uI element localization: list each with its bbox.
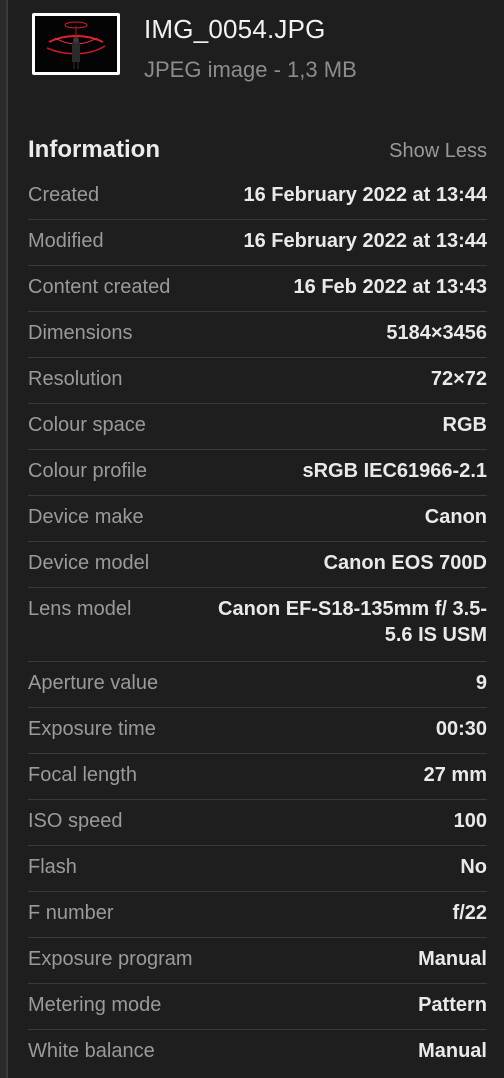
info-value: 100	[453, 810, 487, 832]
info-label: F number	[28, 902, 114, 924]
info-label: Colour profile	[28, 460, 147, 482]
info-label: Content created	[28, 276, 171, 298]
info-row-white-balance: White balance Manual	[28, 1030, 487, 1076]
info-row-created: Created 16 February 2022 at 13:44	[28, 174, 487, 220]
info-row-device-model: Device model Canon EOS 700D	[28, 542, 487, 588]
info-row-colour-profile: Colour profile sRGB IEC61966-2.1	[28, 450, 487, 496]
info-label: Device model	[28, 552, 150, 574]
info-label: ISO speed	[28, 810, 123, 832]
info-label: Dimensions	[28, 322, 133, 344]
info-row-device-make: Device make Canon	[28, 496, 487, 542]
file-name: IMG_0054.JPG	[144, 14, 326, 44]
info-value: 27 mm	[423, 764, 487, 786]
light-painting-thumbnail-icon	[35, 16, 117, 72]
info-row-modified: Modified 16 February 2022 at 13:44	[28, 220, 487, 266]
info-value: No	[460, 856, 487, 878]
info-label: Created	[28, 184, 100, 206]
info-row-aperture-value: Aperture value 9	[28, 662, 487, 708]
info-value: sRGB IEC61966-2.1	[302, 460, 487, 482]
info-row-content-created: Content created 16 Feb 2022 at 13:43	[28, 266, 487, 312]
info-value: Pattern	[418, 994, 487, 1016]
file-thumbnail	[32, 13, 120, 75]
info-row-exposure-time: Exposure time 00:30	[28, 708, 487, 754]
info-value: 16 February 2022 at 13:44	[243, 184, 488, 206]
info-value: 16 Feb 2022 at 13:43	[293, 276, 487, 298]
info-value: Manual	[418, 1040, 487, 1062]
information-header: Information Show Less	[28, 130, 487, 174]
info-row-flash: Flash No	[28, 846, 487, 892]
info-row-dimensions: Dimensions 5184×3456	[28, 312, 487, 358]
info-row-focal-length: Focal length 27 mm	[28, 754, 487, 800]
info-label: Device make	[28, 506, 144, 528]
information-title: Information	[28, 136, 160, 163]
window-left-edge	[0, 0, 8, 1078]
info-row-metering-mode: Metering mode Pattern	[28, 984, 487, 1030]
info-value: RGB	[442, 414, 487, 436]
information-section: Information Show Less Created 16 Februar…	[28, 130, 487, 1076]
thumbnail-image	[35, 16, 117, 72]
file-header: IMG_0054.JPG JPEG image - 1,3 MB	[8, 0, 504, 118]
info-label: Colour space	[28, 414, 146, 436]
info-value: 00:30	[435, 718, 487, 740]
info-label: Exposure program	[28, 948, 193, 970]
info-value: Canon EOS 700D	[323, 552, 487, 574]
info-label: Focal length	[28, 764, 137, 786]
info-value: Manual	[418, 948, 487, 970]
info-value: Canon EF-S18-135mm f/ 3.5-5.6 IS USM	[218, 598, 487, 646]
info-row-iso-speed: ISO speed 100	[28, 800, 487, 846]
file-kind-size: JPEG image - 1,3 MB	[144, 57, 357, 82]
info-value: f/22	[452, 902, 487, 924]
info-label: Metering mode	[28, 994, 162, 1016]
info-value: 9	[475, 672, 487, 694]
info-row-exposure-program: Exposure program Manual	[28, 938, 487, 984]
info-panel: IMG_0054.JPG JPEG image - 1,3 MB Informa…	[8, 0, 504, 1078]
info-row-resolution: Resolution 72×72	[28, 358, 487, 404]
info-value: 5184×3456	[386, 322, 487, 344]
info-label: Lens model	[28, 598, 132, 620]
info-row-lens-model: Lens model Canon EF-S18-135mm f/ 3.5-5.6…	[28, 588, 487, 662]
info-label: Exposure time	[28, 718, 156, 740]
info-row-colour-space: Colour space RGB	[28, 404, 487, 450]
info-label: Aperture value	[28, 672, 159, 694]
info-value: Canon	[424, 506, 487, 528]
info-value: 16 February 2022 at 13:44	[243, 230, 488, 252]
info-label: Modified	[28, 230, 104, 252]
info-label: Flash	[28, 856, 77, 878]
info-row-f-number: F number f/22	[28, 892, 487, 938]
info-value: 72×72	[430, 368, 487, 390]
info-label: Resolution	[28, 368, 123, 390]
info-label: White balance	[28, 1040, 155, 1062]
show-less-button[interactable]: Show Less	[389, 140, 487, 163]
